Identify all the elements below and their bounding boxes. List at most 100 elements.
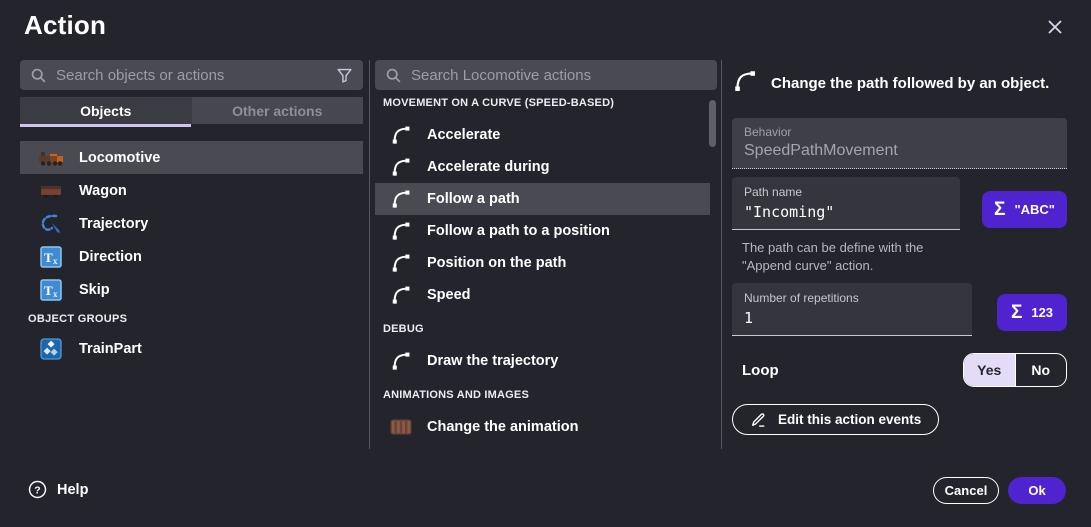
tab-other-actions[interactable]: Other actions <box>192 97 364 124</box>
action-item-label: Change the animation <box>427 419 578 435</box>
object-item-label: Locomotive <box>79 150 160 166</box>
object-item-trajectory[interactable]: Trajectory <box>20 207 363 240</box>
action-section-header: ANIMATIONS AND IMAGES <box>383 389 717 403</box>
panel-divider-right <box>721 60 722 449</box>
tab-objects[interactable]: Objects <box>20 97 192 124</box>
path-curve-icon <box>389 220 413 242</box>
actions-panel: Search Locomotive actions MOVEMENT ON A … <box>375 60 717 449</box>
svg-text:T: T <box>44 250 53 265</box>
page-title: Action <box>24 10 106 41</box>
loop-no-button[interactable]: No <box>1015 354 1067 386</box>
behavior-field-value: SpeedPathMovement <box>744 142 1055 160</box>
object-groups-header: OBJECT GROUPS <box>28 313 363 327</box>
action-item-accelerate-during[interactable]: Accelerate during <box>375 151 710 183</box>
search-icon <box>385 67 402 84</box>
action-item-label: Accelerate <box>427 127 500 143</box>
svg-text:x: x <box>53 289 58 299</box>
path-curve-icon <box>389 124 413 146</box>
expression-button-label: "ABC" <box>1014 202 1055 217</box>
repetitions-value[interactable]: 1 <box>744 309 960 327</box>
repetitions-label: Number of repetitions <box>744 291 960 305</box>
cancel-button[interactable]: Cancel <box>933 477 999 504</box>
edit-action-events-button[interactable]: Edit this action events <box>732 404 939 435</box>
action-item-label: Accelerate during <box>427 159 550 175</box>
group-item-label: TrainPart <box>79 341 142 357</box>
object-item-direction[interactable]: T x Direction <box>20 240 363 273</box>
svg-text:?: ? <box>34 485 40 496</box>
help-icon: ? <box>28 480 47 499</box>
path-name-label: Path name <box>744 185 948 199</box>
action-item-label: Draw the trajectory <box>427 353 558 369</box>
svg-text:x: x <box>53 256 58 266</box>
svg-text:T: T <box>44 283 53 298</box>
action-description: Change the path followed by an object. <box>732 68 1067 99</box>
loop-yes-button[interactable]: Yes <box>964 354 1015 386</box>
objects-panel: Search objects or actions Objects Other … <box>20 60 363 365</box>
action-item-change-the-animation[interactable]: Change the animation <box>375 411 710 443</box>
loop-setting: Loop Yes No <box>732 353 1067 387</box>
action-item-follow-a-path[interactable]: Follow a path <box>375 183 710 215</box>
object-group-icon <box>38 338 64 360</box>
sigma-icon: Σ <box>1011 302 1022 324</box>
objects-search[interactable]: Search objects or actions <box>20 60 363 90</box>
help-link[interactable]: ? Help <box>28 480 88 499</box>
group-item-trainpart[interactable]: TrainPart <box>20 332 363 365</box>
action-item-draw-the-trajectory[interactable]: Draw the trajectory <box>375 345 710 377</box>
action-config-panel: Change the path followed by an object. B… <box>732 60 1067 435</box>
text-object-icon: T x <box>38 279 64 301</box>
sigma-icon: Σ <box>994 199 1005 221</box>
search-icon <box>30 67 47 84</box>
path-helper-text: The path can be define with the "Append … <box>742 239 1067 275</box>
object-item-skip[interactable]: T x Skip <box>20 273 363 306</box>
action-item-accelerate[interactable]: Accelerate <box>375 119 710 151</box>
expression-button-label: 123 <box>1031 305 1053 320</box>
actions-search[interactable]: Search Locomotive actions <box>375 60 717 90</box>
object-item-label: Trajectory <box>79 216 148 232</box>
object-item-label: Skip <box>79 282 110 298</box>
loop-toggle: Yes No <box>963 353 1067 387</box>
panel-divider-left <box>369 60 370 449</box>
object-item-label: Direction <box>79 249 142 265</box>
active-tab-indicator <box>20 124 191 127</box>
action-section-header: MOVEMENT ON A CURVE (SPEED-BASED) <box>383 97 717 111</box>
object-item-label: Wagon <box>79 183 127 199</box>
action-description-text: Change the path followed by an object. <box>771 75 1049 92</box>
object-list: Locomotive Wagon <box>20 141 363 365</box>
text-object-icon: T x <box>38 246 64 268</box>
loop-label: Loop <box>742 362 779 379</box>
path-name-value[interactable]: "Incoming" <box>744 203 948 221</box>
ok-button[interactable]: Ok <box>1008 477 1066 504</box>
object-item-wagon[interactable]: Wagon <box>20 174 363 207</box>
objects-search-placeholder: Search objects or actions <box>56 67 327 84</box>
action-item-label: Position on the path <box>427 255 566 271</box>
locomotive-icon <box>38 149 64 167</box>
action-item-follow-a-path-to-a-position[interactable]: Follow a path to a position <box>375 215 710 247</box>
action-section-header: DEBUG <box>383 323 717 337</box>
action-dialog: Action Search objects or actions Objects… <box>0 0 1091 527</box>
path-curve-icon <box>389 156 413 178</box>
number-expression-button[interactable]: Σ 123 <box>997 294 1067 331</box>
filter-icon[interactable] <box>336 67 353 84</box>
behavior-field: Behavior SpeedPathMovement <box>732 118 1067 169</box>
behavior-field-label: Behavior <box>744 125 1055 139</box>
action-item-label: Follow a path to a position <box>427 223 610 239</box>
object-item-locomotive[interactable]: Locomotive <box>20 141 363 174</box>
close-icon[interactable] <box>1043 15 1067 39</box>
path-curve-icon <box>389 252 413 274</box>
action-item-position-on-the-path[interactable]: Position on the path <box>375 247 710 279</box>
wagon-icon <box>38 183 64 199</box>
edit-action-events-label: Edit this action events <box>778 412 921 427</box>
path-curve-icon <box>732 68 758 99</box>
path-curve-icon <box>389 284 413 306</box>
trajectory-icon <box>38 212 64 236</box>
action-item-label: Speed <box>427 287 471 303</box>
objects-tabs: Objects Other actions <box>20 97 363 124</box>
action-item-speed[interactable]: Speed <box>375 279 710 311</box>
path-name-field[interactable]: Path name "Incoming" <box>732 177 960 230</box>
action-item-label: Follow a path <box>427 191 520 207</box>
actions-scrollbar[interactable] <box>709 100 716 147</box>
repetitions-field[interactable]: Number of repetitions 1 <box>732 283 972 336</box>
string-expression-button[interactable]: Σ "ABC" <box>982 191 1067 228</box>
path-curve-icon <box>389 350 413 372</box>
help-label: Help <box>57 482 88 498</box>
